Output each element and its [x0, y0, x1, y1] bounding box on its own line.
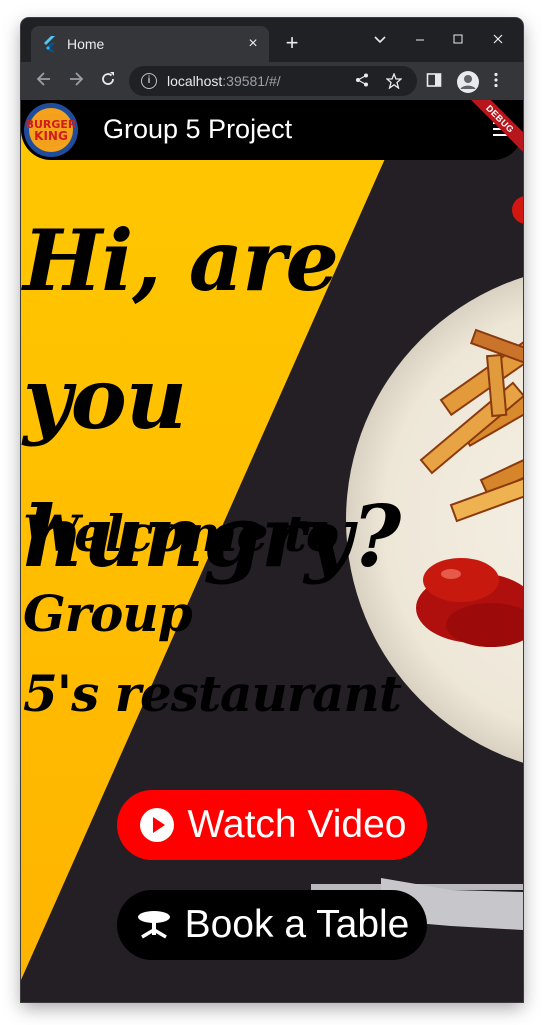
- play-circle-icon: [138, 806, 176, 844]
- site-info-icon[interactable]: i: [141, 73, 157, 89]
- tab-title: Home: [67, 36, 105, 52]
- headline-line-1: Hi, are you: [23, 211, 339, 448]
- tab-close-icon[interactable]: ×: [245, 35, 261, 53]
- watch-video-button[interactable]: Watch Video: [117, 790, 427, 860]
- maximize-icon[interactable]: [443, 28, 473, 52]
- app-title: Group 5 Project: [103, 114, 293, 144]
- tab-strip: Home × +: [21, 18, 523, 62]
- minimize-icon[interactable]: [405, 28, 435, 52]
- logo-text-king: KING: [34, 129, 68, 143]
- hero-subline: Welcome to Group 5's restaurant: [23, 494, 523, 734]
- profile-icon[interactable]: [456, 70, 480, 94]
- url-port: :39581/#/: [222, 73, 281, 89]
- watch-video-label: Watch Video: [187, 803, 407, 846]
- new-tab-button[interactable]: +: [279, 30, 305, 56]
- browser-toolbar: i localhost:39581/#/: [21, 62, 523, 100]
- back-arrow-icon[interactable]: [31, 68, 57, 94]
- chevron-down-icon[interactable]: [365, 28, 395, 52]
- subline-line-2: 5's restaurant: [23, 664, 402, 723]
- book-table-button[interactable]: Book a Table: [117, 890, 427, 960]
- url-host: localhost: [167, 73, 223, 89]
- burger-king-logo: BURGER KING: [23, 101, 79, 159]
- web-page: BURGER KING Group 5 Project DEBUG Hi, ar…: [21, 100, 523, 1002]
- url-text: localhost:39581/#/: [167, 73, 281, 89]
- forward-arrow-icon[interactable]: [63, 68, 89, 94]
- subline-line-1: Welcome to Group: [23, 504, 339, 643]
- table-icon: [135, 906, 173, 944]
- tab-home[interactable]: Home ×: [31, 26, 269, 62]
- flutter-favicon-icon: [41, 36, 57, 52]
- book-table-label: Book a Table: [184, 903, 410, 946]
- star-icon[interactable]: [385, 72, 403, 91]
- browser-window: Home × + i localhost:39581/#/ BURGER KIN…: [21, 18, 523, 1002]
- app-bar: BURGER KING Group 5 Project DEBUG: [21, 100, 523, 160]
- kebab-menu-icon[interactable]: [493, 72, 513, 92]
- close-window-icon[interactable]: [483, 28, 513, 52]
- share-icon[interactable]: [353, 73, 371, 91]
- reload-icon[interactable]: [95, 68, 121, 94]
- address-bar[interactable]: i localhost:39581/#/: [129, 66, 417, 96]
- side-panel-icon[interactable]: [426, 72, 446, 92]
